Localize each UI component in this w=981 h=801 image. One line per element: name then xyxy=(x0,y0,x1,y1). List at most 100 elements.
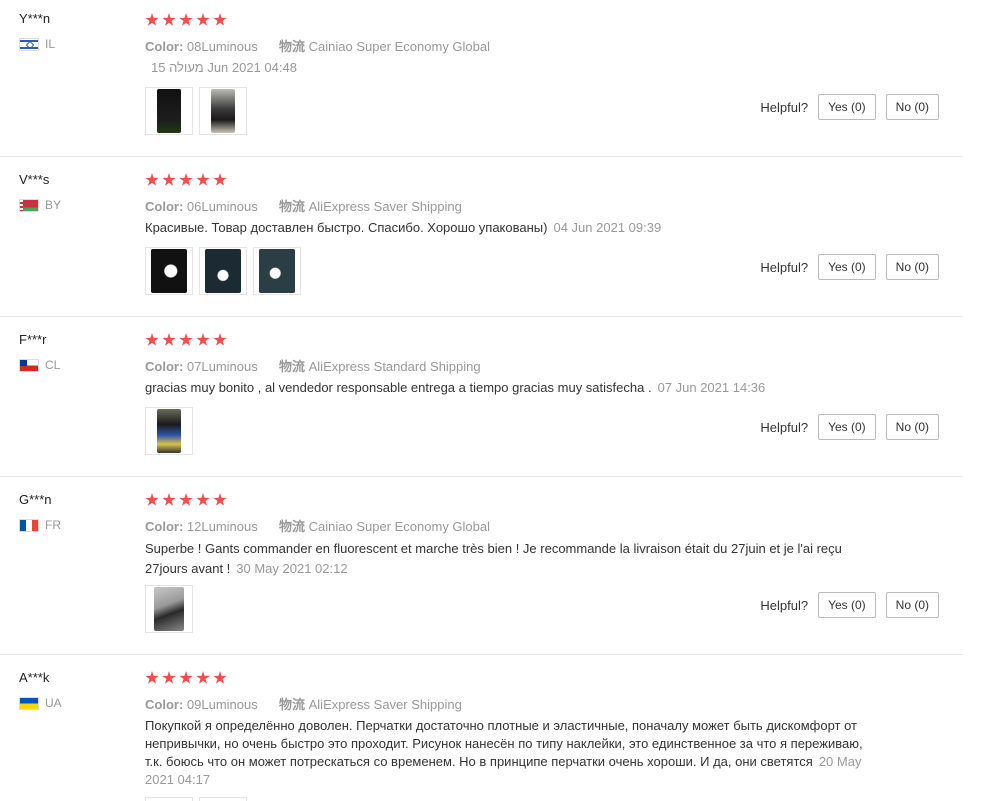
star-rating xyxy=(145,333,227,347)
review-date: 07 Jun 2021 14:36 xyxy=(657,380,766,395)
shipping-value: AliExpress Saver Shipping xyxy=(308,199,462,214)
color-label: Color: xyxy=(145,39,184,54)
shipping-value: AliExpress Saver Shipping xyxy=(308,697,462,712)
review-photo[interactable] xyxy=(199,247,247,295)
review-photo[interactable] xyxy=(253,247,301,295)
review-text: Покупкой я определённо доволен. Перчатки… xyxy=(145,717,875,789)
star-rating xyxy=(145,493,227,507)
feedback-text: Красивые. Товар доставлен быстро. Спасиб… xyxy=(145,220,548,235)
review-item: G***n FR Color: 12Luminous 物流 Cainiao Su… xyxy=(0,476,963,655)
review-photos xyxy=(145,585,193,633)
review-item: Y***n IL Color: 08Luminous 物流 Cainiao Su… xyxy=(0,0,963,157)
review-photo[interactable] xyxy=(199,797,247,801)
color-value: 08Luminous xyxy=(186,39,258,54)
review-photo[interactable] xyxy=(145,407,193,455)
helpful-label: Helpful? xyxy=(760,597,809,613)
star-icon xyxy=(162,493,176,506)
review-photos xyxy=(145,797,247,801)
review-text: Superbe ! Gants commander en fluorescent… xyxy=(145,539,865,579)
helpful-no-button[interactable]: No (0) xyxy=(885,592,939,618)
helpful-controls: Helpful? Yes (0) No (0) xyxy=(760,592,939,618)
review-photos xyxy=(145,247,301,295)
reviewer-name: A***k xyxy=(19,670,50,685)
reviewer-name: V***s xyxy=(19,172,50,187)
helpful-yes-button[interactable]: Yes (0) xyxy=(818,414,876,440)
country-code: FR xyxy=(45,518,61,532)
helpful-yes-button[interactable]: Yes (0) xyxy=(818,254,876,280)
flag-cl-icon xyxy=(19,358,39,372)
review-photo[interactable] xyxy=(145,87,193,135)
helpful-controls: Helpful? Yes (0) No (0) xyxy=(760,94,939,120)
shipping-label: 物流 xyxy=(278,697,305,712)
review-date: 30 May 2021 02:12 xyxy=(236,561,348,576)
review-date: 15 מעולה Jun 2021 04:48 xyxy=(151,60,297,75)
helpful-yes-button[interactable]: Yes (0) xyxy=(818,592,876,618)
review-item: V***s BY Color: 06Luminous 物流 AliExpress… xyxy=(0,156,963,317)
review-text: gracias muy bonito , al vendedor respons… xyxy=(145,378,885,398)
review-attributes: Color: 09Luminous 物流 AliExpress Saver Sh… xyxy=(145,694,462,713)
flag-by-icon xyxy=(19,198,39,212)
color-value: 12Luminous xyxy=(186,519,258,534)
star-icon xyxy=(179,13,193,26)
shipping-label: 物流 xyxy=(278,199,305,214)
review-photo[interactable] xyxy=(145,585,193,633)
review-photos xyxy=(145,407,193,455)
shipping-value: Cainiao Super Economy Global xyxy=(308,519,491,534)
shipping-label: 物流 xyxy=(278,519,305,534)
star-icon xyxy=(196,13,210,26)
star-icon xyxy=(213,333,227,346)
star-icon xyxy=(145,493,159,506)
reviewer-name: F***r xyxy=(19,332,47,347)
color-value: 09Luminous xyxy=(186,697,258,712)
star-icon xyxy=(196,333,210,346)
star-icon xyxy=(162,333,176,346)
star-rating xyxy=(145,671,227,685)
color-label: Color: xyxy=(145,697,184,712)
star-icon xyxy=(179,671,193,684)
star-rating xyxy=(145,173,227,187)
reviewer-name: Y***n xyxy=(19,11,51,26)
star-icon xyxy=(145,13,159,26)
star-icon xyxy=(162,671,176,684)
flag-il-icon xyxy=(19,37,39,51)
star-icon xyxy=(179,333,193,346)
review-text: 15 מעולה Jun 2021 04:48 xyxy=(145,58,885,78)
shipping-value: Cainiao Super Economy Global xyxy=(308,39,491,54)
star-rating xyxy=(145,13,227,27)
star-icon xyxy=(196,173,210,186)
star-icon xyxy=(179,493,193,506)
star-icon xyxy=(213,13,227,26)
star-icon xyxy=(145,333,159,346)
helpful-no-button[interactable]: No (0) xyxy=(885,254,939,280)
star-icon xyxy=(213,493,227,506)
country-code: CL xyxy=(45,358,61,372)
country-code: UA xyxy=(45,696,62,710)
review-attributes: Color: 08Luminous 物流 Cainiao Super Econo… xyxy=(145,36,490,55)
helpful-label: Helpful? xyxy=(760,259,809,275)
reviewer-country: CL xyxy=(19,358,60,372)
review-photo[interactable] xyxy=(199,87,247,135)
review-photo[interactable] xyxy=(145,247,193,295)
color-value: 07Luminous xyxy=(186,359,258,374)
helpful-no-button[interactable]: No (0) xyxy=(885,414,939,440)
star-icon xyxy=(213,671,227,684)
reviewer-country: UA xyxy=(19,696,62,710)
star-icon xyxy=(145,173,159,186)
star-icon xyxy=(196,671,210,684)
helpful-label: Helpful? xyxy=(760,99,809,115)
shipping-label: 物流 xyxy=(278,359,305,374)
star-icon xyxy=(196,493,210,506)
star-icon xyxy=(162,173,176,186)
review-item: F***r CL Color: 07Luminous 物流 AliExpress… xyxy=(0,316,963,477)
color-label: Color: xyxy=(145,199,184,214)
review-photo[interactable] xyxy=(145,797,193,801)
helpful-yes-button[interactable]: Yes (0) xyxy=(818,94,876,120)
review-attributes: Color: 06Luminous 物流 AliExpress Saver Sh… xyxy=(145,196,462,215)
helpful-controls: Helpful? Yes (0) No (0) xyxy=(760,254,939,280)
color-value: 06Luminous xyxy=(186,199,258,214)
feedback-text: Покупкой я определённо доволен. Перчатки… xyxy=(145,718,863,769)
helpful-no-button[interactable]: No (0) xyxy=(885,94,939,120)
feedback-text: gracias muy bonito , al vendedor respons… xyxy=(145,380,652,395)
shipping-value: AliExpress Standard Shipping xyxy=(308,359,481,374)
country-code: IL xyxy=(45,37,56,51)
